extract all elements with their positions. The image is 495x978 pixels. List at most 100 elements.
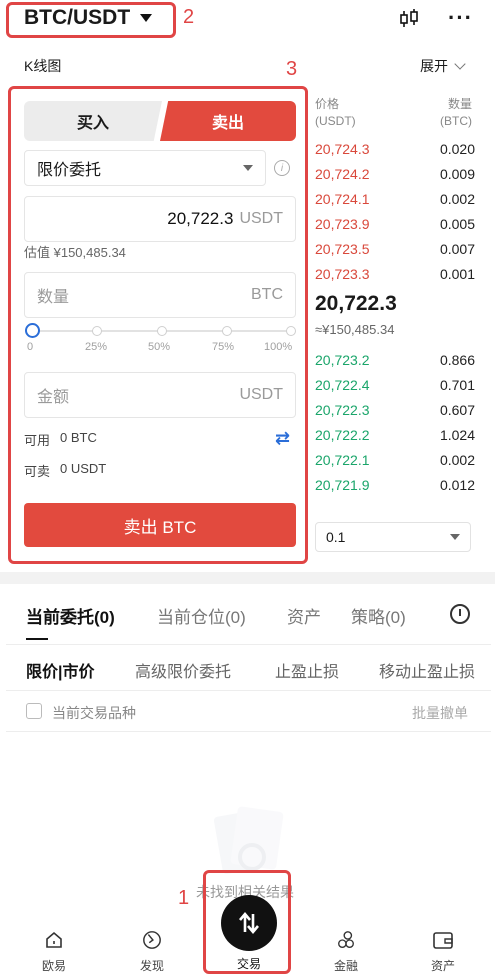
- bid-qty: 1.024: [439, 427, 475, 443]
- ask-row[interactable]: 20,724.1 0.002: [315, 191, 475, 211]
- kline-toggle[interactable]: K线图: [24, 56, 61, 76]
- qty-header-unit: (BTC): [440, 114, 472, 128]
- slider-handle[interactable]: [25, 323, 40, 338]
- bid-qty: 0.002: [439, 452, 475, 468]
- trade-icon[interactable]: [221, 895, 277, 951]
- annotation-number: 1: [178, 887, 190, 909]
- pair-label: BTC/USDT: [24, 6, 131, 29]
- triangle-down-icon: [450, 534, 460, 540]
- subtab-limit-market[interactable]: 限价|市价: [26, 658, 94, 682]
- bid-row[interactable]: 20,722.4 0.701: [315, 377, 475, 397]
- ask-qty: 0.009: [439, 166, 475, 182]
- annotation-number: 2: [183, 6, 195, 28]
- history-icon[interactable]: [450, 604, 470, 624]
- bid-price: 20,723.2: [315, 352, 370, 368]
- subtab-advanced-limit[interactable]: 高级限价委托: [135, 658, 231, 682]
- amount-input[interactable]: 金额 USDT: [24, 372, 296, 418]
- transfer-icon[interactable]: ⇄: [275, 428, 290, 449]
- info-icon[interactable]: i: [274, 160, 290, 176]
- ask-row[interactable]: 20,723.5 0.007: [315, 241, 475, 261]
- ask-row[interactable]: 20,724.3 0.020: [315, 141, 475, 161]
- slider-tick: 50%: [148, 341, 171, 353]
- nav-discover[interactable]: 发现: [122, 930, 182, 974]
- tab-underline: [26, 638, 48, 640]
- depth-select[interactable]: 0.1: [315, 522, 471, 552]
- tab-sell[interactable]: 卖出: [160, 101, 296, 141]
- current-pair-checkbox[interactable]: [26, 703, 42, 719]
- chevron-down-icon: [454, 58, 466, 70]
- pair-selector[interactable]: BTC/USDT: [24, 6, 153, 30]
- ask-qty: 0.001: [439, 266, 475, 282]
- ask-qty: 0.005: [439, 216, 475, 232]
- quantity-input[interactable]: 数量 BTC: [24, 272, 296, 318]
- expand-button[interactable]: 展开: [420, 56, 466, 76]
- nav-home[interactable]: 欧易: [24, 930, 84, 974]
- price-input[interactable]: 20,722.3 USDT: [24, 196, 296, 242]
- price-header-label: 价格: [315, 97, 340, 111]
- current-pair-label: 当前交易品种: [52, 705, 136, 721]
- caret-down-icon: [140, 14, 153, 22]
- subtab-trailing-stop[interactable]: 移动止盈止损: [379, 658, 475, 682]
- bid-row[interactable]: 20,722.1 0.002: [315, 452, 475, 472]
- ask-row[interactable]: 20,723.3 0.001: [315, 266, 475, 286]
- order-type-value: 限价委托: [37, 162, 102, 179]
- batch-cancel-button[interactable]: 批量撤单: [412, 703, 468, 723]
- subtab-tp-sl[interactable]: 止盈止损: [275, 658, 339, 682]
- home-icon: [46, 931, 62, 948]
- price-value: 20,722.3: [167, 209, 234, 228]
- tab-strategy[interactable]: 策略(0): [351, 603, 406, 628]
- ask-row[interactable]: 20,724.2 0.009: [315, 166, 475, 186]
- sell-submit-button[interactable]: 卖出 BTC: [24, 503, 296, 547]
- wallet-icon: [433, 932, 453, 949]
- bid-qty: 0.012: [439, 477, 475, 493]
- order-type-select[interactable]: 限价委托: [24, 150, 266, 186]
- nav-finance[interactable]: 金融: [316, 930, 376, 974]
- bid-row[interactable]: 20,722.3 0.607: [315, 402, 475, 422]
- bid-price: 20,722.4: [315, 377, 370, 393]
- qty-header-label: 数量: [447, 97, 472, 111]
- available-label: 可用: [24, 433, 51, 448]
- bid-price: 20,722.1: [315, 452, 370, 468]
- bid-price: 20,721.9: [315, 477, 370, 493]
- ask-qty: 0.002: [439, 191, 475, 207]
- depth-value: 0.1: [326, 529, 346, 545]
- sellable-value: 0 USDT: [60, 461, 107, 476]
- quantity-slider[interactable]: [25, 323, 296, 338]
- tab-positions[interactable]: 当前仓位(0): [157, 603, 246, 628]
- bid-row[interactable]: 20,721.9 0.012: [315, 477, 475, 497]
- amount-placeholder: 金额: [37, 389, 70, 406]
- nav-assets[interactable]: 资产: [413, 930, 473, 974]
- slider-dot[interactable]: [157, 326, 167, 336]
- bid-row[interactable]: 20,722.2 1.024: [315, 427, 475, 447]
- candlestick-icon[interactable]: [398, 8, 420, 30]
- tab-open-orders[interactable]: 当前委托(0): [26, 603, 115, 628]
- nav-label: 金融: [333, 959, 358, 973]
- finance-icon: [338, 931, 354, 948]
- ask-price: 20,724.3: [315, 141, 370, 157]
- slider-tick: 25%: [85, 341, 108, 353]
- slider-dot[interactable]: [92, 326, 102, 336]
- nav-label: 资产: [430, 959, 455, 973]
- last-price: 20,722.3: [315, 292, 397, 315]
- expand-label: 展开: [420, 58, 448, 74]
- last-price-cny: ≈¥150,485.34: [315, 322, 395, 337]
- annotation-number: 3: [286, 58, 298, 80]
- price-unit: USDT: [239, 210, 283, 227]
- amount-unit: USDT: [239, 386, 283, 403]
- section-divider: [0, 572, 495, 584]
- ask-qty: 0.007: [439, 241, 475, 257]
- available-value: 0 BTC: [60, 430, 97, 445]
- ask-row[interactable]: 20,723.9 0.005: [315, 216, 475, 236]
- slider-dot[interactable]: [286, 326, 296, 336]
- tab-assets[interactable]: 资产: [287, 603, 321, 628]
- bid-qty: 0.607: [439, 402, 475, 418]
- more-icon[interactable]: ···: [448, 7, 473, 29]
- orderbook-price-header: 价格 (USDT): [315, 96, 356, 130]
- quantity-unit: BTC: [251, 286, 283, 303]
- slider-dot[interactable]: [222, 326, 232, 336]
- bid-qty: 0.866: [439, 352, 475, 368]
- bid-row[interactable]: 20,723.2 0.866: [315, 352, 475, 372]
- nav-trade[interactable]: 交易: [219, 955, 279, 972]
- triangle-down-icon: [243, 165, 253, 171]
- tab-buy[interactable]: 买入: [24, 101, 162, 141]
